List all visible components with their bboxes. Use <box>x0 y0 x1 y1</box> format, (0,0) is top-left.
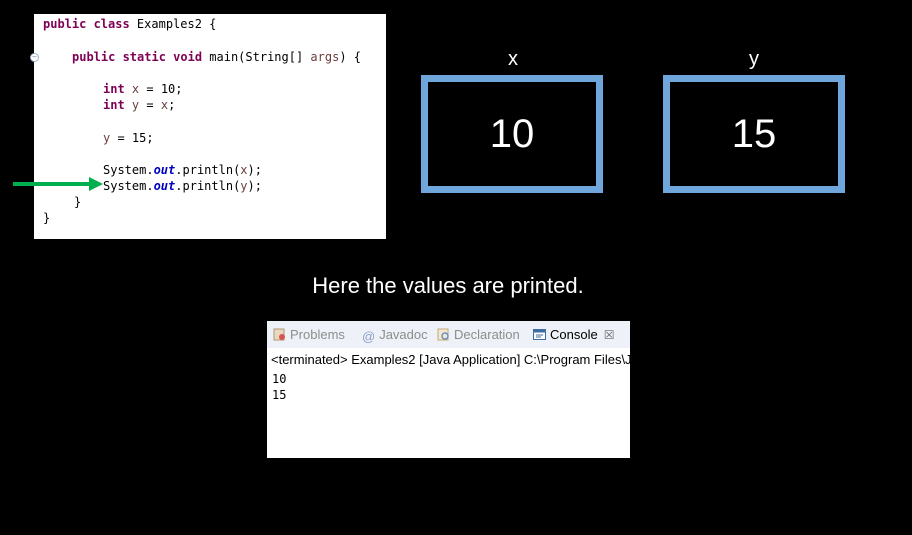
variable-y-label: y <box>749 48 759 70</box>
code-line-main: public static void main(String[] args) { <box>72 50 362 64</box>
variable-x-value: 10 <box>489 111 535 156</box>
console-output-line: 15 <box>272 388 287 402</box>
code-line-class: public class Examples2 { <box>43 17 217 31</box>
console-panel: Problems @ Javadoc Declaration Console ☒ <… <box>267 321 630 458</box>
console-output-line: 10 <box>272 372 287 386</box>
code-line-int-x: int x = 10; <box>103 82 183 96</box>
code-line-int-y: int y = x; <box>103 98 176 112</box>
variable-x-label: x <box>508 48 518 70</box>
at-icon: @ <box>362 329 376 344</box>
code-editor: public class Examples2 { − public static… <box>30 14 386 239</box>
tab-declaration[interactable]: Declaration <box>437 327 520 342</box>
tab-console[interactable]: Console ☒ <box>533 327 614 342</box>
code-line-close-class: } <box>43 211 51 225</box>
code-line-close-method: } <box>74 195 82 209</box>
tab-javadoc[interactable]: @ Javadoc <box>362 327 428 344</box>
current-line-arrow-icon <box>13 177 103 191</box>
console-status: <terminated> Examples2 [Java Application… <box>271 352 630 367</box>
tab-problems[interactable]: Problems <box>273 327 345 342</box>
caption-text: Here the values are printed. <box>312 273 584 298</box>
problems-icon <box>273 328 285 341</box>
fold-icon[interactable]: − <box>30 53 39 62</box>
console-tab-bar: Problems @ Javadoc Declaration Console ☒ <box>267 321 630 348</box>
variable-y-box: 15 <box>663 75 845 193</box>
code-line-print-y: System.out.println(y); <box>103 179 262 193</box>
code-line-assign-y: y = 15; <box>103 131 154 145</box>
console-icon <box>533 329 546 340</box>
code-line-print-x: System.out.println(x); <box>103 163 262 177</box>
declaration-icon <box>437 328 449 341</box>
variable-x-box: 10 <box>421 75 603 193</box>
variable-y-value: 15 <box>731 111 777 156</box>
close-icon[interactable]: ☒ <box>604 328 615 342</box>
